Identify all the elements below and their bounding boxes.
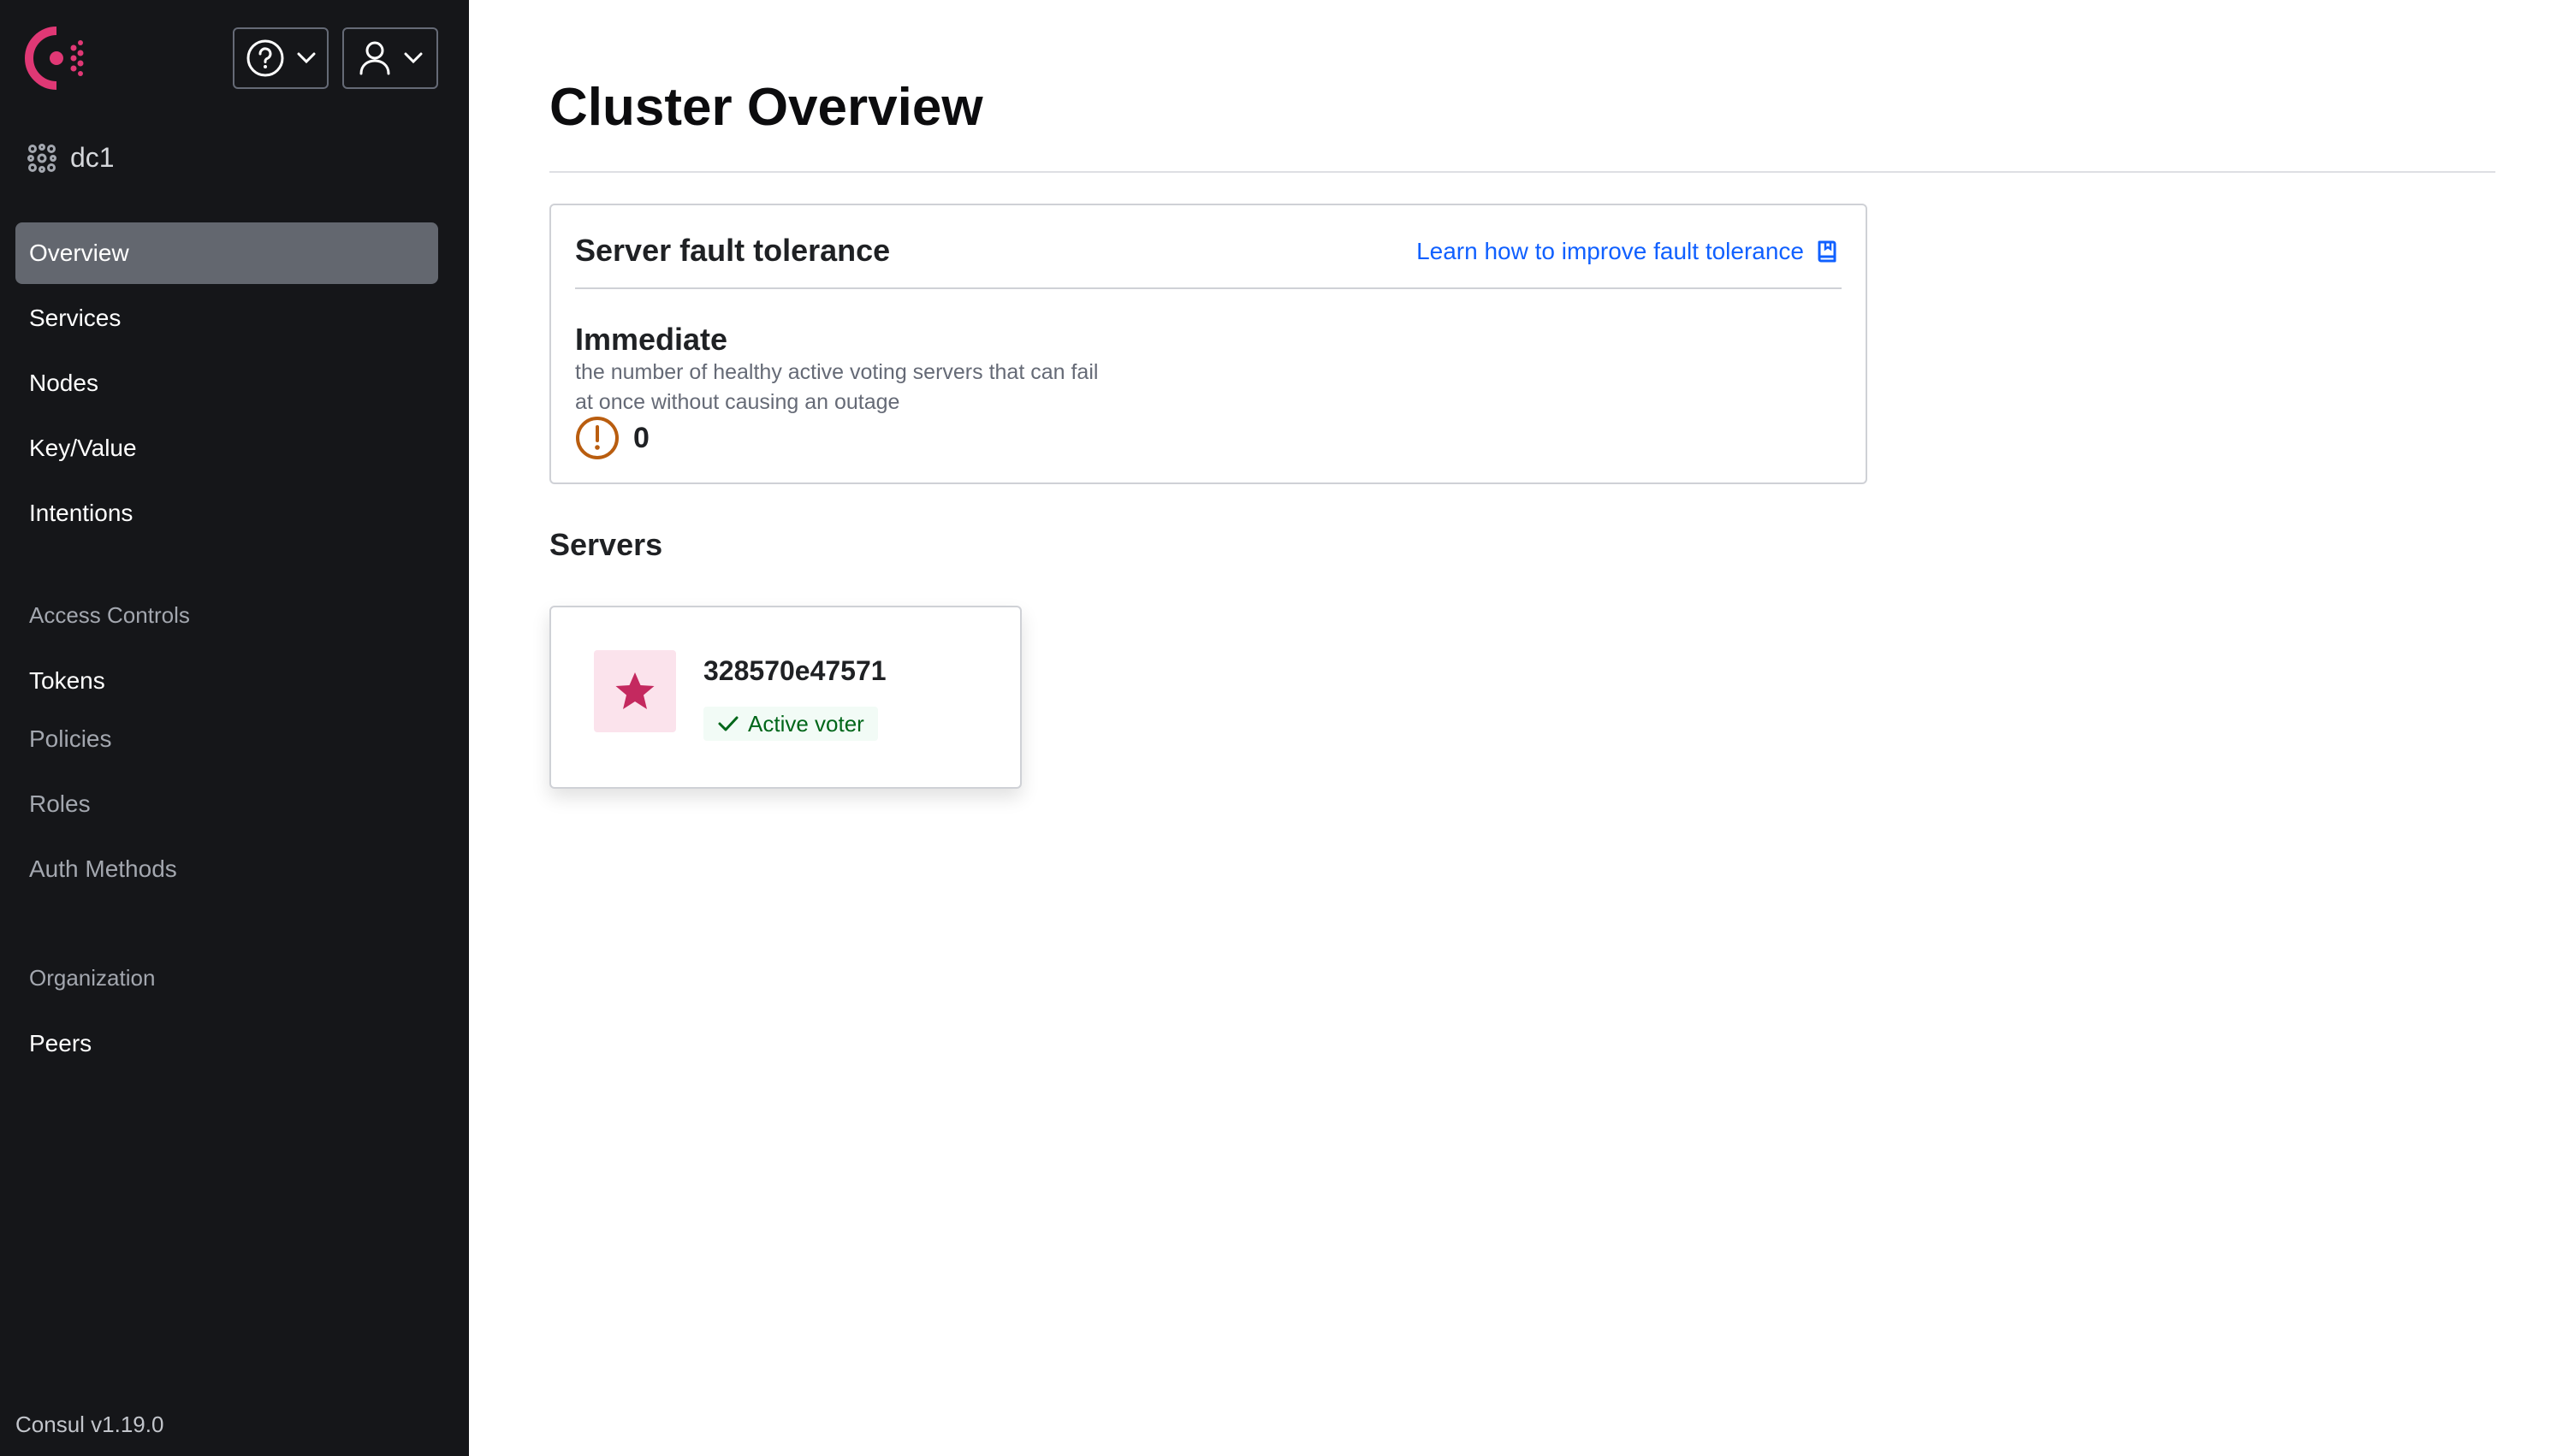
datacenter-label: dc1 [70, 142, 115, 173]
fault-tolerance-description-line-2: at once without causing an outage [575, 390, 900, 414]
organization-heading: Organization [29, 965, 156, 991]
warning-circle-icon [576, 417, 619, 459]
nav-item-roles[interactable]: Roles [15, 773, 438, 835]
title-divider [549, 171, 2495, 173]
fault-tolerance-divider [575, 287, 1842, 289]
sidebar: dc1 Overview Services Nodes Key/Value In… [0, 0, 469, 1456]
servers-heading: Servers [549, 527, 663, 562]
fault-tolerance-card: Server fault tolerance Learn how to impr… [549, 204, 1867, 484]
fault-tolerance-description: the number of healthy active voting serv… [575, 358, 1225, 417]
check-icon [718, 716, 739, 731]
datacenter-selector[interactable]: dc1 [27, 142, 115, 174]
server-card[interactable]: 328570e47571 Active voter [549, 606, 1022, 789]
page-title: Cluster Overview [549, 78, 983, 137]
help-menu-button[interactable] [233, 27, 329, 89]
access-controls-heading: Access Controls [29, 602, 190, 628]
nav-item-key-value[interactable]: Key/Value [15, 417, 438, 479]
nav-item-nodes[interactable]: Nodes [15, 352, 438, 414]
user-menu-button[interactable] [342, 27, 438, 89]
fault-tolerance-value: 0 [633, 421, 650, 454]
chevron-down-icon [297, 52, 316, 64]
datacenter-icon [27, 143, 56, 173]
nav-item-intentions[interactable]: Intentions [15, 482, 438, 544]
docs-link-icon [1818, 240, 1836, 263]
chevron-down-icon [404, 52, 423, 64]
nav-item-policies[interactable]: Policies [15, 708, 438, 770]
status-badge: Active voter [703, 707, 878, 741]
server-icon-tile [594, 650, 676, 732]
server-name: 328570e47571 [703, 655, 887, 686]
nav-item-tokens[interactable]: Tokens [15, 650, 438, 712]
status-badge-label: Active voter [748, 710, 864, 737]
help-circle-icon [246, 39, 284, 77]
nav-item-overview[interactable]: Overview [15, 222, 438, 284]
fault-tolerance-docs-link-label: Learn how to improve fault tolerance [1416, 238, 1804, 264]
nav-item-peers[interactable]: Peers [15, 1013, 438, 1074]
app-version: Consul v1.19.0 [15, 1412, 164, 1437]
consul-logo[interactable] [24, 26, 89, 91]
star-icon [615, 672, 655, 709]
nav-item-auth-methods[interactable]: Auth Methods [15, 838, 438, 900]
fault-tolerance-value-row: 0 [575, 416, 650, 460]
fault-tolerance-description-line-1: the number of healthy active voting serv… [575, 360, 1099, 384]
fault-tolerance-level: Immediate [575, 322, 728, 357]
user-icon [359, 41, 390, 75]
fault-tolerance-heading: Server fault tolerance [575, 233, 891, 268]
nav-item-services[interactable]: Services [15, 287, 438, 349]
fault-tolerance-docs-link[interactable]: Learn how to improve fault tolerance [1416, 238, 1840, 265]
